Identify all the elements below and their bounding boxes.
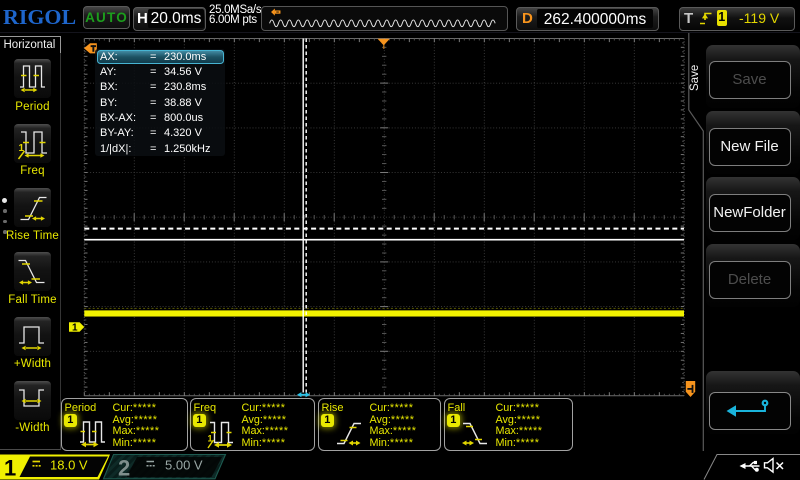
svg-text:1: 1 [72, 323, 78, 334]
svg-text:1: 1 [4, 456, 16, 480]
svg-text:2: 2 [118, 456, 130, 480]
svg-text:18.0 V: 18.0 V [50, 458, 88, 473]
svg-text:5.00 V: 5.00 V [165, 458, 203, 473]
